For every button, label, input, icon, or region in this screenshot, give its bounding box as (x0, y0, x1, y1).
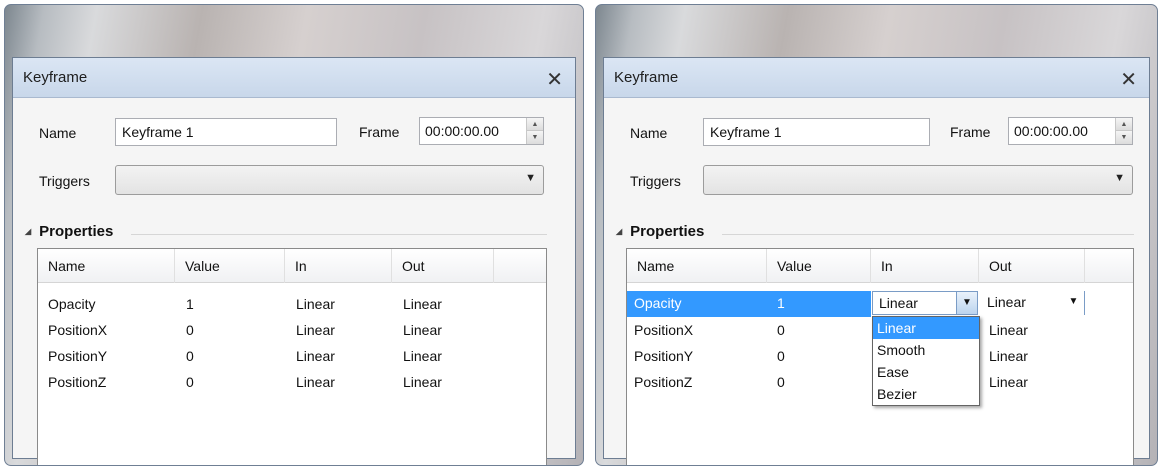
cell-name: PositionX (634, 322, 694, 338)
triggers-label: Triggers (630, 173, 681, 189)
close-icon[interactable]: ✕ (546, 67, 563, 92)
chevron-down-icon: ▼ (525, 172, 536, 184)
dropdown-option-bezier[interactable]: Bezier (873, 383, 979, 405)
cell-name: PositionZ (48, 374, 107, 390)
cell-name: PositionX (48, 322, 108, 338)
dialog-body: Keyframe ✕ Name Frame 00:00:00.00 ▲ ▼ Tr… (603, 57, 1150, 465)
grid-header: Name Value In Out (38, 249, 546, 283)
name-input[interactable] (703, 118, 930, 146)
properties-grid[interactable]: Name Value In Out Opacity 1 Linear ▼ Lin… (626, 248, 1134, 465)
chevron-down-icon[interactable]: ▼ (1063, 291, 1084, 313)
cell-value: 0 (186, 348, 194, 364)
out-combobox[interactable]: Linear ▼ (981, 291, 1085, 315)
cell-value: 0 (777, 348, 785, 364)
cell-in: Linear (296, 374, 335, 390)
column-header-out[interactable]: Out (392, 249, 494, 283)
cell-value: 0 (777, 374, 785, 390)
table-row-selected[interactable]: Opacity 1 Linear ▼ Linear ▼ (627, 291, 1133, 317)
cell-out: Linear (403, 296, 442, 312)
triggers-label: Triggers (39, 173, 90, 189)
spin-buttons: ▲ ▼ (1115, 118, 1132, 144)
cell-in: Linear (296, 296, 335, 312)
cell-out: Linear (989, 374, 1028, 390)
close-icon[interactable]: ✕ (1120, 67, 1137, 92)
cell-value: 1 (186, 296, 194, 312)
spin-buttons: ▲ ▼ (526, 118, 543, 144)
triggers-combobox[interactable]: ▼ (115, 165, 544, 195)
column-header-in[interactable]: In (285, 249, 392, 283)
cell-out: Linear (403, 374, 442, 390)
title-bar: Keyframe ✕ (13, 58, 575, 98)
dropdown-option-smooth[interactable]: Smooth (873, 339, 979, 361)
dialog-title: Keyframe (23, 69, 88, 86)
spin-down-icon[interactable]: ▼ (1116, 131, 1132, 144)
table-row[interactable]: PositionY 0 Linear Linear (38, 344, 546, 370)
in-dropdown-list[interactable]: Linear Smooth Ease Bezier (872, 316, 980, 406)
properties-label: Properties (39, 223, 114, 240)
properties-label: Properties (630, 223, 705, 240)
chevron-down-icon: ▼ (1114, 172, 1125, 184)
dialog-body: Keyframe ✕ Name Frame 00:00:00.00 ▲ ▼ Tr… (12, 57, 576, 465)
dialog-title: Keyframe (614, 69, 679, 86)
table-row[interactable]: Opacity 1 Linear Linear (38, 292, 546, 318)
frame-value: 00:00:00.00 (1014, 123, 1088, 139)
cell-name: PositionZ (634, 374, 693, 390)
section-divider (131, 234, 547, 235)
cell-value: 0 (777, 322, 785, 338)
column-header-value[interactable]: Value (767, 249, 871, 283)
cell-out: Linear (403, 322, 442, 338)
properties-section-header[interactable]: ◢ Properties (25, 223, 113, 240)
triggers-combobox[interactable]: ▼ (703, 165, 1133, 195)
cell-out: Linear (989, 348, 1028, 364)
cell-name: Opacity (48, 296, 96, 312)
out-combobox-value: Linear (987, 294, 1026, 310)
column-header-name[interactable]: Name (38, 249, 175, 283)
spin-up-icon[interactable]: ▲ (1116, 118, 1132, 131)
keyframe-dialog-left: Keyframe ✕ Name Frame 00:00:00.00 ▲ ▼ Tr… (4, 4, 584, 466)
frame-spinner[interactable]: 00:00:00.00 ▲ ▼ (419, 117, 544, 145)
frame-spinner[interactable]: 00:00:00.00 ▲ ▼ (1008, 117, 1133, 145)
cell-value: 0 (186, 322, 194, 338)
dropdown-option-ease[interactable]: Ease (873, 361, 979, 383)
cell-name: Opacity (634, 295, 682, 311)
section-divider (722, 234, 1134, 235)
dropdown-option-linear[interactable]: Linear (873, 317, 979, 339)
chevron-down-icon[interactable]: ▼ (956, 292, 977, 314)
frame-label: Frame (359, 124, 400, 140)
cell-value: 0 (186, 374, 194, 390)
frame-label: Frame (950, 124, 991, 140)
collapse-triangle-icon[interactable]: ◢ (25, 227, 31, 236)
cell-in: Linear (296, 348, 335, 364)
column-header-out[interactable]: Out (979, 249, 1085, 283)
cell-out: Linear (989, 322, 1028, 338)
properties-grid[interactable]: Name Value In Out Opacity 1 Linear Linea… (37, 248, 547, 465)
properties-section-header[interactable]: ◢ Properties (616, 223, 704, 240)
keyframe-dialog-right: Keyframe ✕ Name Frame 00:00:00.00 ▲ ▼ Tr… (595, 4, 1158, 466)
cell-name: PositionY (48, 348, 108, 364)
table-row[interactable]: PositionX 0 Linear Linear (38, 318, 546, 344)
column-header-name[interactable]: Name (627, 249, 767, 283)
frame-value: 00:00:00.00 (425, 123, 499, 139)
cell-name: PositionY (634, 348, 694, 364)
name-input[interactable] (115, 118, 337, 146)
name-label: Name (39, 125, 77, 141)
spin-up-icon[interactable]: ▲ (527, 118, 543, 131)
cell-out: Linear (403, 348, 442, 364)
cell-in: Linear (296, 322, 335, 338)
name-label: Name (630, 125, 668, 141)
in-combobox-value: Linear (879, 295, 918, 311)
in-combobox[interactable]: Linear ▼ (872, 291, 978, 315)
grid-header: Name Value In Out (627, 249, 1133, 283)
spin-down-icon[interactable]: ▼ (527, 131, 543, 144)
cell-value: 1 (777, 295, 785, 311)
column-header-value[interactable]: Value (175, 249, 285, 283)
title-bar: Keyframe ✕ (604, 58, 1149, 98)
table-row[interactable]: PositionZ 0 Linear Linear (38, 370, 546, 396)
collapse-triangle-icon[interactable]: ◢ (616, 227, 622, 236)
column-header-in[interactable]: In (871, 249, 979, 283)
